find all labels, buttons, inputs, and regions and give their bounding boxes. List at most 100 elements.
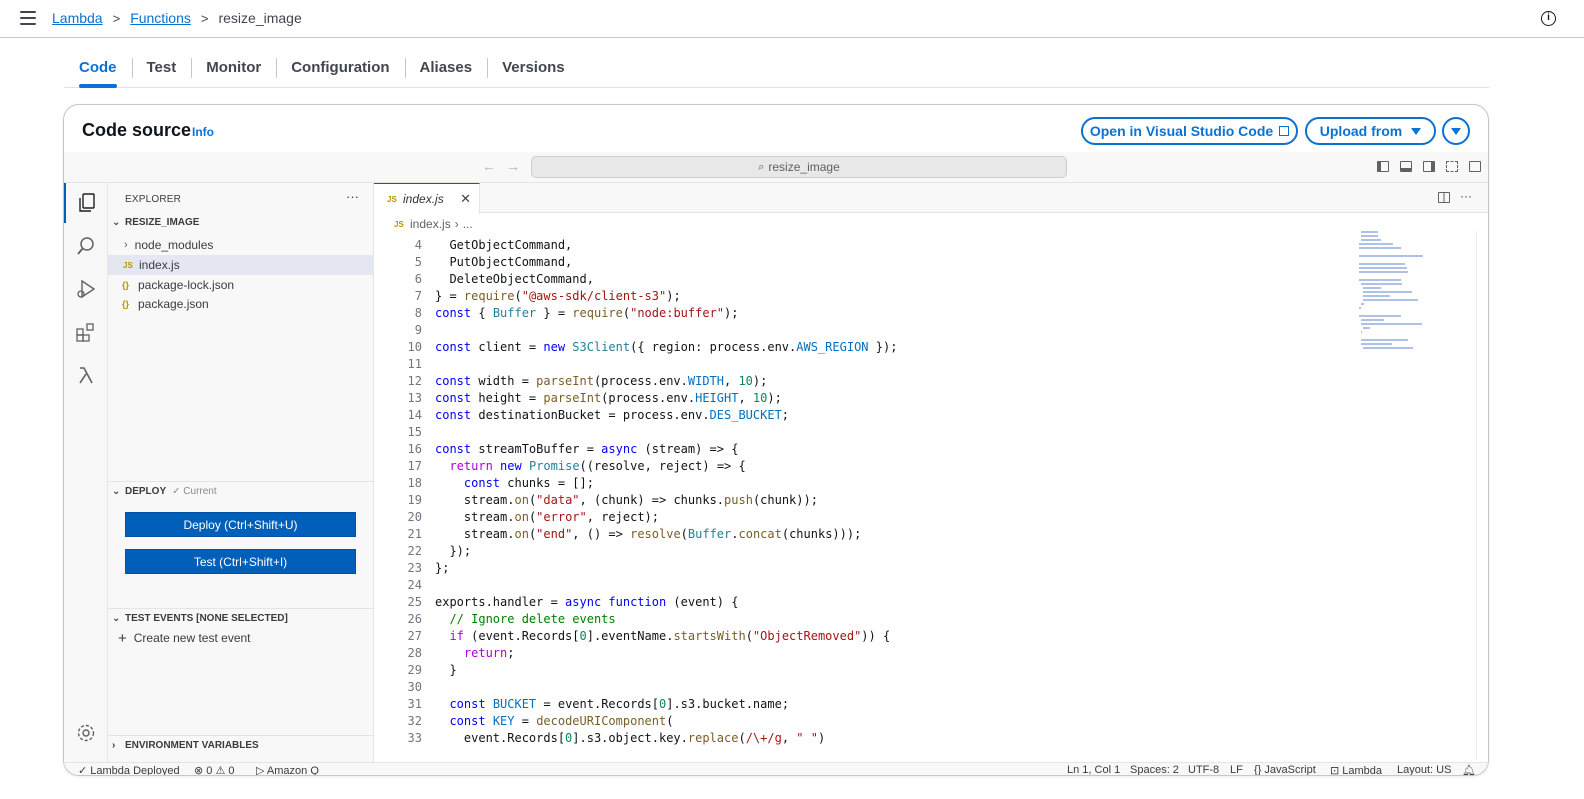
info-icon[interactable]: i <box>1541 11 1556 26</box>
tree-item-index-js[interactable]: JS index.js <box>108 255 373 275</box>
code-line[interactable]: 9 <box>374 322 422 339</box>
test-button[interactable]: Test (Ctrl+Shift+I) <box>125 549 356 574</box>
tree-item-package-lock[interactable]: {} package-lock.json <box>108 275 373 295</box>
amazon-q-item[interactable]: ▷ Amazon Q <box>256 764 319 776</box>
create-test-event-link[interactable]: + Create new test event <box>108 628 373 648</box>
code-line[interactable]: 25 exports.handler = async function (even… <box>374 594 739 611</box>
code-line[interactable]: 13 const height = parseInt(process.env.HE… <box>374 390 782 407</box>
code-line[interactable]: 27 if (event.Records[0].eventName.starts… <box>374 628 891 645</box>
tree-item-package-json[interactable]: {} package.json <box>108 294 373 314</box>
more-actions-dropdown[interactable] <box>1442 117 1470 145</box>
vertical-scrollbar[interactable] <box>1476 231 1477 761</box>
deploy-section-header[interactable]: ⌄ DEPLOY ✓ Current <box>112 486 217 497</box>
amazon-q-label: Amazon Q <box>266 765 319 776</box>
tab-code[interactable]: Code <box>64 50 132 88</box>
keyboard-layout[interactable]: Layout: US <box>1397 764 1451 775</box>
encoding[interactable]: UTF-8 <box>1188 764 1219 775</box>
lambda-label: Lambda <box>1342 765 1383 776</box>
folder-section-header[interactable]: ⌄ RESIZE_IMAGE <box>112 217 199 228</box>
line-number: 29 <box>407 663 422 677</box>
code-line[interactable]: 14 const destinationBucket = process.env.… <box>374 407 789 424</box>
minimap[interactable] <box>1359 231 1439 381</box>
close-icon[interactable]: ✕ <box>460 191 471 207</box>
language-mode[interactable]: {} JavaScript <box>1254 764 1316 775</box>
forward-arrow-icon[interactable]: → <box>506 158 520 174</box>
minimap-line <box>1359 247 1401 249</box>
function-tabs: Code Test Monitor Configuration Aliases … <box>64 50 1489 88</box>
problems-item[interactable]: ⊗ 0 ⚠ 0 <box>194 764 235 775</box>
breadcrumb-lambda[interactable]: Lambda <box>52 10 103 26</box>
code-line[interactable]: 17 return new Promise((resolve, reject) … <box>374 458 746 475</box>
code-line[interactable]: 21 stream.on("end", () => resolve(Buffer… <box>374 526 862 543</box>
code-line[interactable]: 26 // Ignore delete events <box>374 611 616 628</box>
tab-configuration[interactable]: Configuration <box>276 50 404 88</box>
code-text: const BUCKET = event.Records[0].s3.bucke… <box>449 697 790 711</box>
tab-aliases[interactable]: Aliases <box>404 50 488 88</box>
settings-gear-icon[interactable] <box>64 713 108 753</box>
code-line[interactable]: 6 DeleteObjectCommand, <box>374 271 594 288</box>
search-icon[interactable] <box>64 226 108 266</box>
tab-versions[interactable]: Versions <box>487 50 580 88</box>
run-debug-icon[interactable] <box>64 269 108 309</box>
code-line[interactable]: 18 const chunks = []; <box>374 475 594 492</box>
code-line[interactable]: 33 event.Records[0].s3.object.key.replac… <box>374 730 826 747</box>
code-line[interactable]: 28 return; <box>374 645 515 662</box>
info-link[interactable]: Info <box>192 125 214 139</box>
code-line[interactable]: 8 const { Buffer } = require("node:buffer… <box>374 305 739 322</box>
menu-icon[interactable] <box>20 11 36 25</box>
deploy-status-item[interactable]: ✓ Lambda Deployed <box>78 764 180 775</box>
javascript-file-icon: JS <box>123 260 133 270</box>
test-events-section-header[interactable]: ⌄ TEST EVENTS [NONE SELECTED] <box>112 613 288 624</box>
bell-icon[interactable]: 🔔︎ <box>1462 764 1476 775</box>
editor-breadcrumb-more[interactable]: ... <box>463 217 473 231</box>
code-view[interactable]: 4 GetObjectCommand, 5 PutObjectCommand, 6 … <box>374 231 1344 761</box>
code-line[interactable]: 16 const streamToBuffer = async (stream) … <box>374 441 739 458</box>
code-line[interactable]: 11 <box>374 356 422 373</box>
code-line[interactable]: 10 const client = new S3Client({ region: … <box>374 339 898 356</box>
explorer-icon[interactable] <box>64 183 108 223</box>
code-line[interactable]: 4 GetObjectCommand, <box>374 237 573 254</box>
upload-from-button[interactable]: Upload from <box>1305 117 1436 145</box>
code-line[interactable]: 32 const KEY = decodeURIComponent( <box>374 713 674 730</box>
code-line[interactable]: 31 const BUCKET = event.Records[0].s3.bu… <box>374 696 790 713</box>
back-arrow-icon[interactable]: ← <box>482 158 496 174</box>
more-icon[interactable]: ··· <box>346 189 359 204</box>
code-line[interactable]: 24 <box>374 577 422 594</box>
code-line[interactable]: 30 <box>374 679 422 696</box>
deploy-button[interactable]: Deploy (Ctrl+Shift+U) <box>125 512 356 537</box>
lambda-status-item[interactable]: ⊡ Lambda <box>1330 764 1383 776</box>
code-line[interactable]: 5 PutObjectCommand, <box>374 254 573 271</box>
toggle-secondary-sidebar-icon[interactable] <box>1423 161 1435 172</box>
indentation[interactable]: Spaces: 2 <box>1130 764 1179 775</box>
code-line[interactable]: 29 } <box>374 662 457 679</box>
editor-tab-index-js[interactable]: JS index.js ✕ <box>374 183 480 214</box>
breadcrumb-functions[interactable]: Functions <box>130 10 191 26</box>
tree-item-node-modules[interactable]: › node_modules <box>108 235 373 255</box>
code-line[interactable]: 7} = require("@aws-sdk/client-s3"); <box>374 288 681 305</box>
extensions-icon[interactable] <box>64 312 108 352</box>
tab-test[interactable]: Test <box>131 50 192 88</box>
end-of-line[interactable]: LF <box>1230 764 1243 775</box>
toggle-sidebar-icon[interactable] <box>1377 161 1389 172</box>
env-vars-section-header[interactable]: › ENVIRONMENT VARIABLES <box>112 740 259 751</box>
lambda-icon[interactable] <box>64 355 108 395</box>
open-vscode-button[interactable]: Open in Visual Studio Code <box>1081 117 1298 145</box>
editor-tab-strip: JS index.js ✕ ··· <box>374 183 1488 214</box>
line-number: 20 <box>407 510 422 524</box>
tab-monitor[interactable]: Monitor <box>191 50 276 88</box>
code-line[interactable]: 12 const width = parseInt(process.env.WID… <box>374 373 768 390</box>
more-actions-icon[interactable]: ··· <box>1460 189 1472 203</box>
split-editor-icon[interactable] <box>1438 192 1450 203</box>
code-line[interactable]: 20 stream.on("error", reject); <box>374 509 659 526</box>
code-line[interactable]: 15 <box>374 424 422 441</box>
code-line[interactable]: 19 stream.on("data", (chunk) => chunks.p… <box>374 492 818 509</box>
editor-breadcrumb-file[interactable]: index.js <box>410 217 451 231</box>
code-line[interactable]: 22 }); <box>374 543 472 560</box>
toggle-panel-icon[interactable] <box>1400 161 1412 172</box>
code-line[interactable]: 23}; <box>374 560 450 577</box>
full-screen-icon[interactable] <box>1469 161 1481 172</box>
customize-layout-icon[interactable] <box>1446 161 1458 172</box>
command-center-search[interactable]: ⌕ resize_image <box>531 156 1067 178</box>
plus-icon: + <box>118 629 127 647</box>
cursor-position[interactable]: Ln 1, Col 1 <box>1067 764 1120 775</box>
